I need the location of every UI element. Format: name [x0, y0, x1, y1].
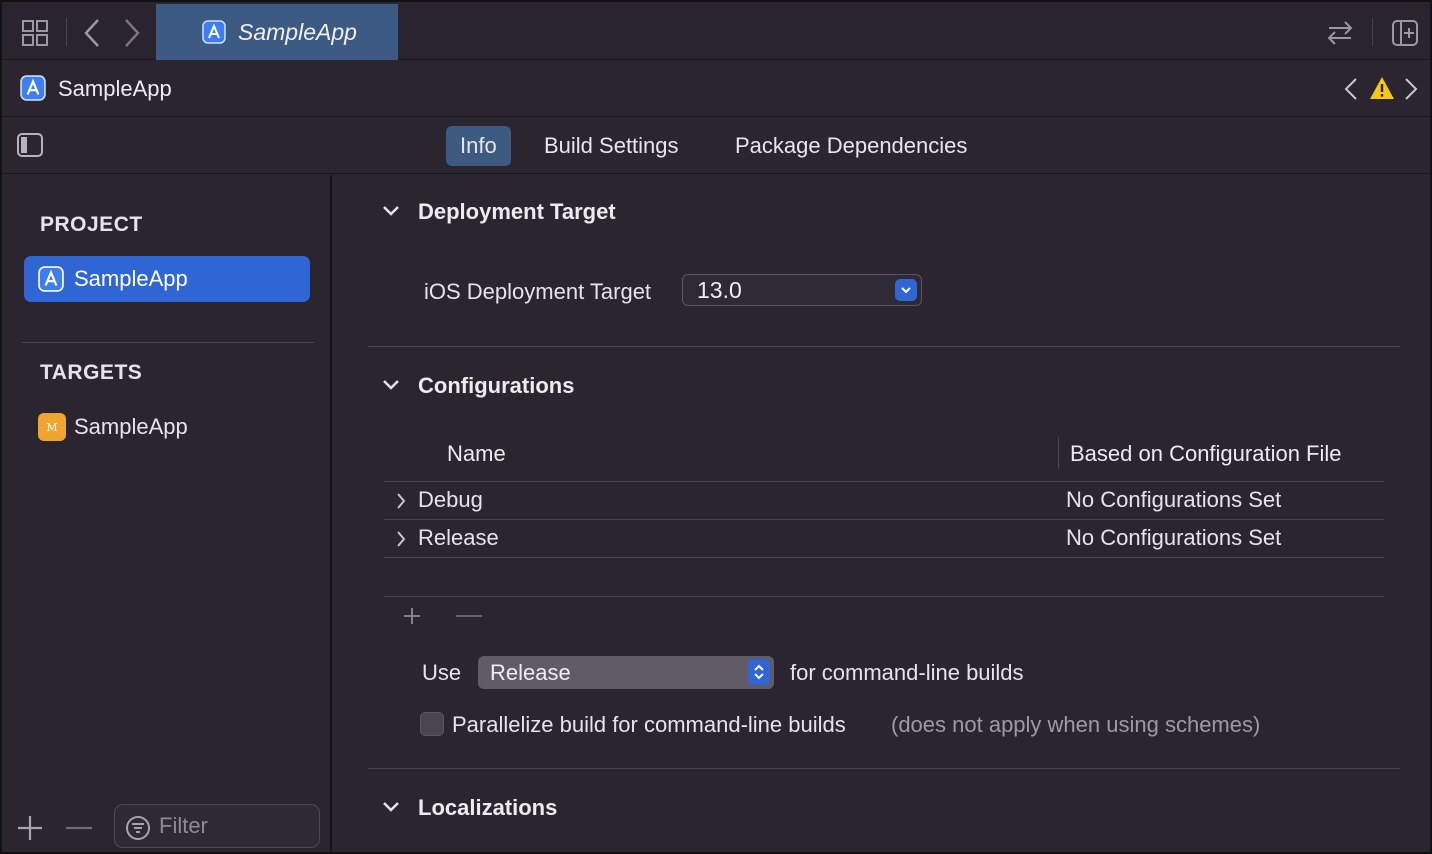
- chevron-down-icon[interactable]: [382, 378, 400, 397]
- add-configuration-icon[interactable]: [402, 606, 422, 631]
- divider: [384, 557, 1384, 558]
- table-row[interactable]: Debug No Configurations Set: [384, 482, 1384, 519]
- divider: [66, 18, 67, 46]
- column-header-config-file[interactable]: Based on Configuration File: [1070, 441, 1342, 467]
- app-project-icon: [20, 75, 46, 106]
- chevron-right-icon[interactable]: [396, 530, 406, 553]
- up-down-chevron-icon: [748, 659, 770, 685]
- section-title-localizations: Localizations: [418, 795, 558, 820]
- targets-section-header: TARGETS: [40, 361, 143, 384]
- sidebar-item-target[interactable]: M SampleApp: [24, 404, 310, 450]
- parallelize-label: Parallelize build for command-line build…: [452, 712, 846, 737]
- divider: [368, 768, 1400, 769]
- tab-package-dependencies[interactable]: Package Dependencies: [721, 126, 981, 166]
- sidebar-item-label: SampleApp: [74, 414, 188, 439]
- parallelize-note: (does not apply when using schemes): [891, 712, 1261, 737]
- tab-build-settings[interactable]: Build Settings: [530, 126, 693, 166]
- filter-icon: [125, 815, 151, 847]
- previous-issue-icon[interactable]: [1344, 77, 1358, 106]
- sidebar-item-project[interactable]: SampleApp: [24, 256, 310, 302]
- tab-bar: SampleApp: [2, 2, 1430, 60]
- divider: [1372, 18, 1373, 46]
- target-app-icon: M: [38, 413, 66, 441]
- remove-icon[interactable]: [64, 814, 94, 847]
- divider: [368, 346, 1400, 347]
- app-project-icon: [38, 266, 64, 298]
- jump-bar: SampleApp: [2, 61, 1430, 117]
- chevron-down-icon: [895, 279, 917, 301]
- target-icon-letter: M: [46, 420, 58, 434]
- tab-label: SampleApp: [238, 18, 357, 45]
- table-row[interactable]: Release No Configurations Set: [384, 520, 1384, 557]
- popup-value: 13.0: [697, 276, 742, 303]
- config-name: Debug: [418, 487, 483, 512]
- filter-placeholder: Filter: [159, 813, 208, 838]
- xcode-window: SampleApp SampleApp Info Build Settings …: [0, 0, 1432, 854]
- config-name: Release: [418, 525, 499, 550]
- command-line-config-popup[interactable]: Release: [478, 656, 774, 689]
- section-title-deployment: Deployment Target: [418, 199, 616, 224]
- back-chevron-icon[interactable]: [80, 16, 104, 50]
- tab-info[interactable]: Info: [446, 126, 511, 166]
- app-project-icon: [202, 20, 226, 49]
- forward-chevron-icon[interactable]: [120, 16, 144, 50]
- config-file: No Configurations Set: [1066, 525, 1282, 550]
- use-label: Use: [422, 660, 462, 685]
- divider: [22, 342, 314, 343]
- divider: [384, 596, 1384, 597]
- popup-value: Release: [490, 659, 571, 685]
- swap-arrows-icon[interactable]: [1324, 18, 1356, 48]
- editor-tabs-row: Info Build Settings Package Dependencies: [2, 118, 1430, 174]
- breadcrumb-project[interactable]: SampleApp: [58, 76, 172, 102]
- warning-icon[interactable]: [1369, 76, 1395, 105]
- sidebar-item-label: SampleApp: [74, 266, 188, 291]
- parallelize-checkbox[interactable]: [420, 712, 444, 736]
- chevron-down-icon[interactable]: [382, 204, 400, 223]
- next-issue-icon[interactable]: [1404, 77, 1418, 106]
- project-navigator: PROJECT SampleApp TARGETS M SampleApp Fi…: [2, 175, 332, 852]
- command-line-suffix: for command-line builds: [790, 660, 1024, 685]
- remove-configuration-icon[interactable]: [454, 606, 484, 631]
- column-header-name[interactable]: Name: [447, 441, 506, 467]
- divider: [1058, 437, 1059, 469]
- filter-input[interactable]: Filter: [114, 804, 320, 848]
- project-section-header: PROJECT: [40, 213, 143, 236]
- add-editor-icon[interactable]: [1390, 18, 1420, 48]
- chevron-down-icon[interactable]: [382, 800, 400, 819]
- config-file: No Configurations Set: [1066, 487, 1282, 512]
- chevron-right-icon[interactable]: [396, 492, 406, 515]
- tab-sampleapp[interactable]: SampleApp: [156, 4, 398, 60]
- ios-deployment-target-popup[interactable]: 13.0: [682, 274, 922, 306]
- project-info-editor: Deployment Target iOS Deployment Target …: [334, 175, 1430, 852]
- sidebar-toggle-icon[interactable]: [16, 132, 44, 163]
- navigator-grid-icon[interactable]: [20, 18, 50, 48]
- ios-deployment-target-label: iOS Deployment Target: [424, 279, 652, 304]
- add-icon[interactable]: [16, 814, 44, 847]
- section-title-configurations: Configurations: [418, 373, 575, 398]
